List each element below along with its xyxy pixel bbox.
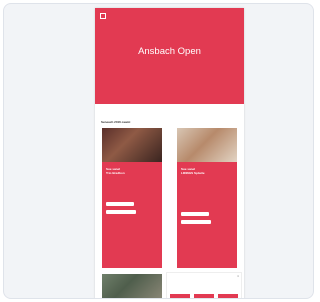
show-photo <box>177 128 237 162</box>
section-heading: Seneach 2016 caamt <box>101 120 131 124</box>
show-card[interactable]: Sue sanel Trio Bredbon <box>102 128 162 268</box>
website-preview: Ansbach Open Seneach 2016 caamt Sue sane… <box>95 8 244 298</box>
info-button[interactable] <box>181 220 211 224</box>
show-subtitle: Trio Bredbon <box>106 171 125 175</box>
cookie-accept-button[interactable] <box>170 294 190 298</box>
show-subtitle: LIINNGS Spiwite <box>181 171 205 175</box>
show-photo <box>102 128 162 162</box>
show-card[interactable]: Sue sanel LIINNGS Spiwite <box>177 128 237 268</box>
preview-card: Ansbach Open Seneach 2016 caamt Sue sane… <box>3 3 314 299</box>
ticket-button[interactable] <box>181 212 209 216</box>
show-title: Sue sanel Trio Bredbon <box>106 167 158 175</box>
show-photo <box>102 274 162 298</box>
logo-icon[interactable] <box>100 13 106 19</box>
ticket-button[interactable] <box>106 202 134 206</box>
close-icon[interactable]: × <box>237 274 239 278</box>
hero-banner: Ansbach Open <box>95 8 244 104</box>
cookie-settings-button[interactable] <box>194 294 214 298</box>
show-title: Sue sanel LIINNGS Spiwite <box>181 167 233 175</box>
cookie-banner: × <box>166 272 242 298</box>
cookie-reject-button[interactable] <box>218 294 238 298</box>
info-button[interactable] <box>106 210 136 214</box>
page-title: Ansbach Open <box>138 46 201 57</box>
